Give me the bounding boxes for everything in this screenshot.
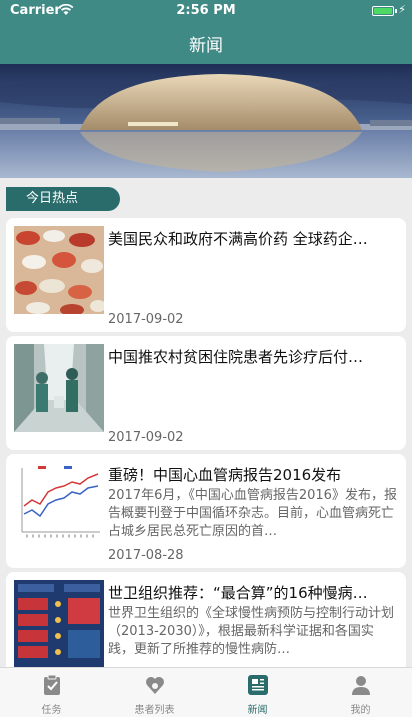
news-card[interactable]: 中国推农村贫困住院患者先诊疗后付… 2017-09-02 <box>6 336 406 450</box>
navigation-bar: 新闻 <box>0 22 412 64</box>
clipboard-icon <box>44 674 60 695</box>
news-summary: 2017年6月，《中国心血管病报告2016》发布，报告概要刊登于中国循环杂志。目… <box>108 488 397 539</box>
news-thumbnail <box>14 226 104 314</box>
news-card[interactable]: 美国民众和政府不满高价药 全球药企… 2017-09-02 <box>6 218 406 332</box>
news-title: 重磅！中国心血管病报告2016发布 <box>108 466 342 484</box>
news-date: 2017-09-02 <box>108 430 184 445</box>
tab-profile[interactable]: 我的 <box>309 668 412 717</box>
tab-patient-list[interactable]: 患者列表 <box>103 668 206 717</box>
tab-tasks[interactable]: 任务 <box>0 668 103 717</box>
page-title: 新闻 <box>189 36 223 56</box>
tab-bar: 任务 患者列表 新闻 我的 <box>0 667 412 717</box>
charging-icon: ⚡ <box>398 3 406 16</box>
news-date: 2017-09-02 <box>108 312 184 327</box>
news-summary: 世界卫生组织的《全球慢性病预防与控制行动计划（2013-2030）》，根据最新科… <box>108 606 395 657</box>
news-title: 世卫组织推荐：“最合算”的16种慢病… <box>108 584 368 602</box>
news-title: 美国民众和政府不满高价药 全球药企… <box>108 230 368 248</box>
news-thumbnail <box>14 580 104 668</box>
tab-label: 患者列表 <box>134 705 175 716</box>
battery-icon <box>372 6 394 16</box>
heart-icon <box>146 677 164 694</box>
newspaper-icon <box>248 675 268 695</box>
banner-image[interactable] <box>0 64 412 178</box>
tab-label: 任务 <box>41 705 62 716</box>
person-icon <box>352 676 370 695</box>
tab-label: 新闻 <box>247 705 268 716</box>
clock: 2:56 PM <box>176 3 236 18</box>
news-thumbnail <box>14 462 104 550</box>
news-thumbnail <box>14 344 104 432</box>
tab-news[interactable]: 新闻 <box>206 668 309 717</box>
section-header-pill: 今日热点 <box>6 187 120 211</box>
news-title: 中国推农村贫困住院患者先诊疗后付… <box>108 348 364 366</box>
news-date: 2017-08-28 <box>108 548 184 563</box>
status-bar: Carrier 2:56 PM ⚡ <box>0 0 412 22</box>
news-card[interactable]: 重磅！中国心血管病报告2016发布 2017年6月，《中国心血管病报告2016》… <box>6 454 406 568</box>
tab-label: 我的 <box>350 705 371 716</box>
